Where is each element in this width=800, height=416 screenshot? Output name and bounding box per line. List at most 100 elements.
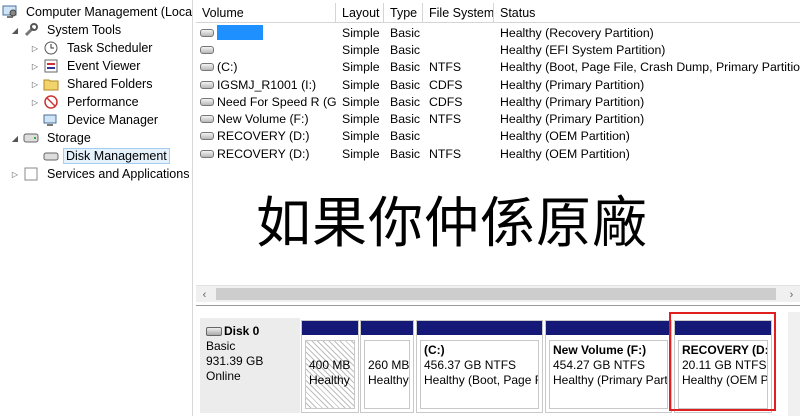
services-icon [23, 166, 39, 182]
partition-name: New Volume (F:) [553, 343, 647, 357]
folder-icon [43, 76, 59, 92]
tree-root[interactable]: Computer Management (Local [2, 3, 192, 21]
scroll-right-icon[interactable]: › [783, 286, 800, 303]
redacted-volume-name [217, 25, 263, 41]
expander-icon[interactable]: ◢ [10, 21, 20, 39]
cell-volume: RECOVERY (D:) [196, 147, 336, 161]
cell-volume: IGSMJ_R1001 (I:) [196, 78, 336, 92]
expander-icon[interactable]: ▷ [10, 165, 20, 183]
expander-icon[interactable]: ▷ [30, 57, 40, 75]
cell-status: Healthy (Primary Partition) [500, 112, 645, 127]
tree-item-system-tools[interactable]: ◢ System Tools [10, 21, 125, 39]
volume-row[interactable]: IGSMJ_R1001 (I:) Simple Basic CDFS Healthy (… [196, 76, 800, 93]
tree-item-label: Services and Applications [47, 167, 190, 181]
partition-block[interactable]: RECOVERY (D:) 20.11 GB NTFS Healthy (OEM P [674, 320, 772, 413]
volume-row[interactable]: Simple Basic Healthy (Recovery Partition) [196, 24, 800, 41]
disk-type: Basic [206, 339, 236, 353]
partition-status: Healthy [368, 373, 409, 387]
tree-item-label: Task Scheduler [67, 41, 153, 55]
volume-icon [200, 149, 214, 158]
partition-size: 260 MB [368, 358, 410, 372]
tree-item-shared-folders[interactable]: ▷ Shared Folders [30, 75, 156, 93]
expander-icon[interactable]: ◢ [10, 129, 20, 147]
partition-status: Healthy (Primary Part [553, 373, 668, 387]
tree-item-event-viewer[interactable]: ▷ Event Viewer [30, 57, 144, 75]
cell-status: Healthy (Primary Partition) [500, 94, 645, 109]
cell-layout: Simple [342, 25, 380, 40]
cell-file-system: CDFS [429, 77, 463, 92]
volume-name: New Volume (F:) [217, 112, 309, 127]
partition-size: 456.37 GB NTFS [424, 358, 517, 372]
partition-block[interactable]: 260 MB Healthy [360, 320, 414, 413]
cell-layout: Simple [342, 42, 380, 57]
cell-file-system: CDFS [429, 94, 463, 109]
tree-item-device-manager[interactable]: Device Manager [30, 111, 162, 129]
cell-type: Basic [390, 60, 421, 75]
volume-row[interactable]: New Volume (F:) Simple Basic NTFS Healthy (P… [196, 110, 800, 127]
cell-type: Basic [390, 112, 421, 127]
disk-status: Online [206, 369, 241, 383]
partition-size: 454.27 GB NTFS [553, 358, 646, 372]
optical-drive-icon [200, 80, 214, 89]
tree-item-storage[interactable]: ◢ Storage [10, 129, 95, 147]
volume-row[interactable]: Simple Basic Healthy (EFI System Partition… [196, 41, 800, 58]
cell-file-system: NTFS [429, 146, 462, 161]
cell-layout: Simple [342, 112, 380, 127]
partition-bar [675, 321, 771, 335]
volume-name: Need For Speed R (G:) [217, 94, 336, 109]
console-tree: Computer Management (Local ◢ System Tools… [0, 0, 193, 416]
monitor-icon [43, 112, 59, 128]
cell-status: Healthy (Boot, Page File, Crash Dump, Pr… [500, 60, 800, 75]
column-header-type[interactable]: Type [384, 3, 423, 23]
cell-type: Basic [390, 146, 421, 161]
tree-item-disk-management[interactable]: Disk Management [30, 147, 170, 165]
vertical-scrollbar[interactable] [788, 312, 800, 416]
partition-block[interactable]: 400 MB Healthy [301, 320, 359, 413]
partition-block[interactable]: (C:) 456.37 GB NTFS Healthy (Boot, Page F [416, 320, 543, 413]
expander-icon[interactable]: ▷ [30, 93, 40, 111]
volume-row[interactable]: Need For Speed R (G:) Simple Basic CDFS Heal… [196, 93, 800, 110]
volume-name: RECOVERY (D:) [217, 129, 310, 144]
cell-type: Basic [390, 25, 421, 40]
tree-item-services-and-applications[interactable]: ▷ Services and Applications [10, 165, 192, 183]
scrollbar-thumb[interactable] [216, 288, 776, 300]
partition-body: 260 MB Healthy [364, 340, 410, 409]
cell-layout: Simple [342, 146, 380, 161]
tree-item-task-scheduler[interactable]: ▷ Task Scheduler [30, 39, 156, 57]
expander-icon[interactable]: ▷ [30, 39, 40, 57]
cell-volume [196, 25, 336, 41]
tree-item-performance[interactable]: ▷ Performance [30, 93, 143, 111]
column-header-status[interactable]: Status [494, 3, 800, 23]
column-header-layout[interactable]: Layout [336, 3, 384, 23]
scroll-left-icon[interactable]: ‹ [196, 286, 213, 303]
tree-item-label: System Tools [47, 23, 122, 37]
partition-name: RECOVERY (D:) [682, 343, 768, 357]
tree-item-label: Device Manager [67, 113, 159, 127]
partition-bar [417, 321, 542, 335]
volume-icon [200, 115, 214, 124]
cell-volume: New Volume (F:) [196, 112, 336, 126]
partition-body: RECOVERY (D:) 20.11 GB NTFS Healthy (OEM P [678, 340, 768, 409]
volume-row[interactable]: (C:) Simple Basic NTFS Healthy (Boot, Page F… [196, 59, 800, 76]
partition-bar [302, 321, 358, 335]
tree-item-label: Performance [67, 95, 139, 109]
tree-item-label: Shared Folders [67, 77, 153, 91]
partition-block[interactable]: New Volume (F:) 454.27 GB NTFS Healthy (Pr… [545, 320, 672, 413]
volume-row[interactable]: RECOVERY (D:) Simple Basic NTFS Healthy (OEM… [196, 145, 800, 162]
horizontal-scrollbar[interactable]: ‹ › [196, 285, 800, 302]
column-header-file-system[interactable]: File System [423, 3, 494, 23]
cell-layout: Simple [342, 60, 380, 75]
disk-name: Disk 0 [224, 324, 260, 338]
disk-info[interactable]: Disk 0 Basic 931.39 GB Online [200, 318, 300, 413]
volume-row[interactable]: RECOVERY (D:) Simple Basic Healthy (OEM Par… [196, 128, 800, 145]
cell-layout: Simple [342, 94, 380, 109]
expander-icon[interactable]: ▷ [30, 75, 40, 93]
cell-type: Basic [390, 42, 421, 57]
partition-body: (C:) 456.37 GB NTFS Healthy (Boot, Page F [420, 340, 539, 409]
volume-list: Volume Layout Type File System Status Si… [196, 0, 800, 305]
column-header-volume[interactable]: Volume [196, 3, 336, 23]
cell-status: Healthy (EFI System Partition) [500, 42, 666, 57]
tree-item-label: Event Viewer [67, 59, 141, 73]
volume-icon [200, 28, 214, 37]
